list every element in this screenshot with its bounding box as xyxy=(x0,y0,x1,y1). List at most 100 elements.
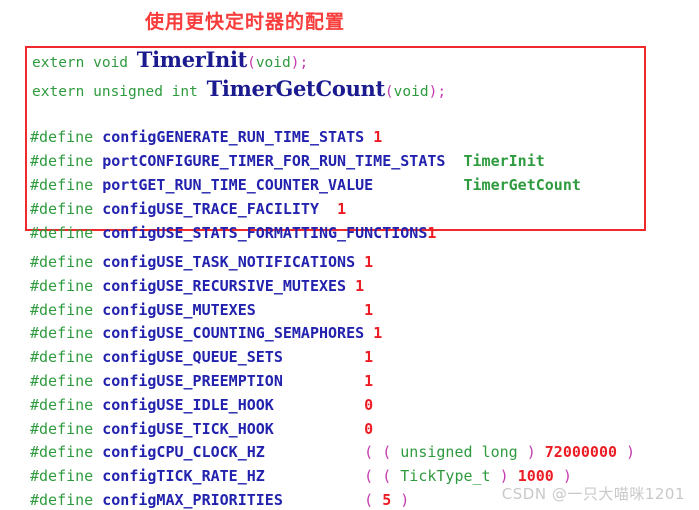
code-line-define: #define configUSE_PREEMPTION 1 xyxy=(30,373,373,389)
macro-value-token: unsigned long xyxy=(400,443,518,462)
macro-value: 0 xyxy=(364,395,374,414)
macro-name: configMAX_PRIORITIES xyxy=(102,491,283,509)
close-paren: ) xyxy=(428,84,438,100)
macro-name: configUSE_STATS_FORMATTING_FUNCTIONS xyxy=(102,224,428,242)
preprocessor-directive: #define xyxy=(30,372,103,390)
preprocessor-directive: #define xyxy=(30,152,103,170)
macro-value-token: TickType_t xyxy=(400,467,491,486)
macro-value: 1 xyxy=(364,348,374,367)
prototype-arg: void xyxy=(393,84,429,100)
macro-name: configUSE_TRACE_FACILITY xyxy=(102,200,319,218)
open-paren: ( xyxy=(384,84,394,100)
macro-name: portGET_RUN_TIME_COUNTER_VALUE xyxy=(102,176,374,194)
macro-value-token: ) xyxy=(391,491,410,509)
macro-value-token: ( ( xyxy=(364,467,401,486)
preprocessor-directive: #define xyxy=(30,253,103,271)
preprocessor-directive: #define xyxy=(30,300,103,319)
preprocessor-directive: #define xyxy=(30,419,103,438)
code-line-define: #define configUSE_RECURSIVE_MUTEXES 1 xyxy=(30,278,364,294)
prototype-arg: void xyxy=(255,55,291,71)
macro-value: 1 xyxy=(337,200,347,218)
code-line-define: #define configGENERATE_RUN_TIME_STATS 1 xyxy=(30,129,382,145)
prototype-keywords: extern unsigned int xyxy=(32,84,207,100)
preprocessor-directive: #define xyxy=(30,395,103,414)
macro-value: 1 xyxy=(427,224,437,242)
code-line-define: #define configUSE_TASK_NOTIFICATIONS 1 xyxy=(30,254,373,270)
macro-name: configUSE_MUTEXES xyxy=(102,300,256,319)
macro-value: TimerGetCount xyxy=(463,176,581,194)
code-line-define: #define configUSE_STATS_FORMATTING_FUNCT… xyxy=(30,225,436,241)
macro-name: configUSE_RECURSIVE_MUTEXES xyxy=(102,276,347,295)
macro-value-token: ) xyxy=(517,443,545,462)
preprocessor-directive: #define xyxy=(30,200,103,218)
code-line-define: #define configUSE_IDLE_HOOK 0 xyxy=(30,397,373,413)
macro-value-token: ) xyxy=(617,443,636,462)
preprocessor-directive: #define xyxy=(30,443,103,462)
preprocessor-directive: #define xyxy=(30,324,103,343)
macro-name: configUSE_PREEMPTION xyxy=(102,372,283,390)
preprocessor-directive: #define xyxy=(30,491,103,509)
macro-name: configGENERATE_RUN_TIME_STATS xyxy=(102,128,365,146)
preprocessor-directive: #define xyxy=(30,176,103,194)
code-line-define: #define portGET_RUN_TIME_COUNTER_VALUE T… xyxy=(30,177,581,193)
code-line-define: #define configTICK_RATE_HZ ( ( TickType_… xyxy=(30,468,572,484)
preprocessor-directive: #define xyxy=(30,128,103,146)
macro-name: configUSE_TASK_NOTIFICATIONS xyxy=(102,253,356,271)
macro-name: portCONFIGURE_TIMER_FOR_RUN_TIME_STATS xyxy=(102,152,446,170)
code-line-define: #define configCPU_CLOCK_HZ ( ( unsigned … xyxy=(30,444,635,460)
code-line-define: #define configUSE_TICK_HOOK 0 xyxy=(30,421,373,437)
csdn-watermark: CSDN @一只大喵咪1201 xyxy=(501,485,685,503)
macro-value: TimerInit xyxy=(463,152,545,170)
semicolon: ; xyxy=(299,55,309,71)
code-line-define: #define portCONFIGURE_TIMER_FOR_RUN_TIME… xyxy=(30,153,545,169)
page-title: 使用更快定时器的配置 xyxy=(144,11,345,33)
code-line-define: #define configUSE_COUNTING_SEMAPHORES 1 xyxy=(30,325,382,341)
macro-value-token: ( ( xyxy=(364,443,401,462)
macro-name: configUSE_COUNTING_SEMAPHORES xyxy=(102,324,365,343)
macro-name: configUSE_IDLE_HOOK xyxy=(102,395,274,414)
macro-value-token: 5 xyxy=(382,491,392,509)
preprocessor-directive: #define xyxy=(30,467,103,486)
preprocessor-directive: #define xyxy=(30,276,103,295)
code-line-define: #define configMAX_PRIORITIES ( 5 ) xyxy=(30,492,409,508)
preprocessor-directive: #define xyxy=(30,224,103,242)
macro-value: 0 xyxy=(364,419,374,438)
code-line-define: #define configUSE_TRACE_FACILITY 1 xyxy=(30,201,346,217)
preprocessor-directive: #define xyxy=(30,348,103,367)
code-line-prototype: extern void TimerInit(void); xyxy=(32,49,309,71)
macro-value: 1 xyxy=(373,128,383,146)
macro-value-token: 72000000 xyxy=(544,443,618,462)
macro-value: 1 xyxy=(373,324,383,343)
macro-name: configCPU_CLOCK_HZ xyxy=(102,443,265,462)
code-line-define: #define configUSE_MUTEXES 1 xyxy=(30,302,373,318)
macro-value: 1 xyxy=(355,276,365,295)
macro-name: configUSE_TICK_HOOK xyxy=(102,419,274,438)
macro-name: configUSE_QUEUE_SETS xyxy=(102,348,283,367)
semicolon: ; xyxy=(437,84,447,100)
prototype-function-name: TimerInit xyxy=(136,47,248,72)
code-line-prototype: extern unsigned int TimerGetCount(void); xyxy=(32,78,447,100)
open-paren: ( xyxy=(247,55,256,71)
prototype-function-name: TimerGetCount xyxy=(206,76,386,101)
code-line-define: #define configUSE_QUEUE_SETS 1 xyxy=(30,349,373,365)
macro-name: configTICK_RATE_HZ xyxy=(102,467,265,486)
macro-value-token: ( xyxy=(364,491,383,509)
macro-value: 1 xyxy=(364,300,374,319)
macro-value: 1 xyxy=(364,372,374,390)
macro-value: 1 xyxy=(364,253,374,271)
prototype-keywords: extern void xyxy=(32,55,137,71)
